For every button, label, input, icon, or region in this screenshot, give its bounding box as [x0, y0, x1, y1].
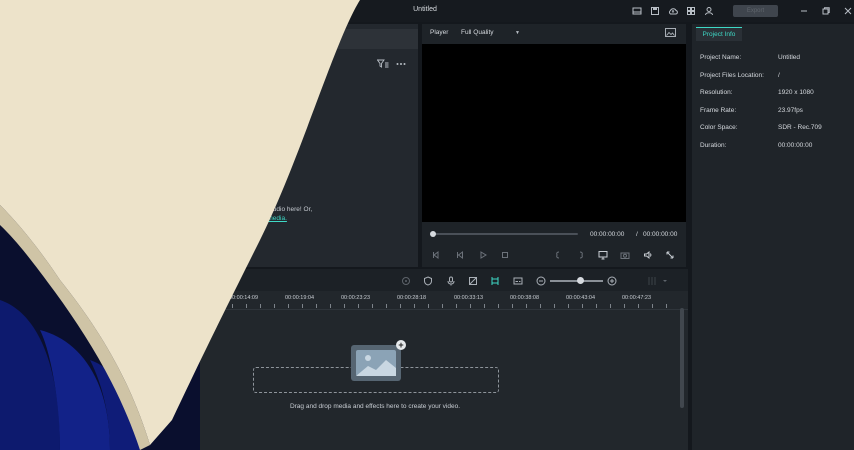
auto-color-icon[interactable] [468, 276, 478, 286]
layout-icon[interactable] [632, 6, 642, 16]
subtitle-icon[interactable] [513, 276, 523, 286]
scrubber-handle[interactable] [430, 231, 436, 237]
project-location-label: Project Files Location: [700, 72, 764, 79]
restore-icon[interactable] [821, 6, 831, 16]
mark-in-icon[interactable] [553, 250, 563, 260]
ruler-tick [400, 304, 401, 308]
save-icon[interactable] [650, 6, 660, 16]
tab-project-info[interactable]: Project Info [696, 27, 742, 41]
render-icon[interactable] [401, 276, 411, 286]
display-icon[interactable] [598, 250, 608, 260]
track-layout-icon[interactable] [647, 276, 657, 286]
ruler-tick [512, 304, 513, 308]
step-back-icon[interactable] [455, 250, 465, 260]
ruler-label: 00:00:28:18 [397, 295, 427, 301]
previous-frame-icon[interactable] [431, 250, 441, 260]
ruler-tick [428, 304, 429, 308]
ruler-tick [470, 304, 471, 308]
page-curl-overlay [0, 0, 360, 450]
ruler-label: 00:00:38:08 [510, 295, 540, 301]
volume-icon[interactable] [643, 250, 653, 260]
ruler-tick [554, 304, 555, 308]
add-icon: + [396, 340, 406, 350]
filter-icon[interactable] [377, 59, 389, 69]
zoom-out-icon[interactable] [536, 276, 546, 286]
video-preview [422, 44, 686, 222]
play-icon[interactable] [478, 250, 488, 260]
ruler-tick [442, 304, 443, 308]
more-options-icon[interactable] [396, 62, 406, 66]
zoom-in-icon[interactable] [607, 276, 617, 286]
ruler-tick [484, 304, 485, 308]
stop-icon[interactable] [500, 250, 510, 260]
player-label: Player [430, 29, 449, 36]
window-title: Untitled [413, 6, 437, 13]
shield-icon[interactable] [423, 276, 433, 286]
ruler-tick [638, 304, 639, 308]
minimize-icon[interactable] [799, 6, 809, 16]
ruler-tick [624, 304, 625, 308]
ruler-tick [372, 304, 373, 308]
microphone-icon[interactable] [446, 276, 456, 286]
color-space-value: SDR - Rec.709 [778, 124, 822, 131]
ruler-tick [540, 304, 541, 308]
frame-rate-label: Frame Rate: [700, 107, 737, 114]
duration-label: Duration: [700, 142, 727, 149]
color-space-label: Color Space: [700, 124, 738, 131]
export-button[interactable]: Export [733, 5, 778, 17]
snap-icon[interactable] [490, 276, 500, 286]
ruler-tick [498, 304, 499, 308]
caret-down-icon[interactable] [662, 276, 668, 286]
ruler-tick [652, 304, 653, 308]
ruler-tick [386, 304, 387, 308]
grid-icon[interactable] [686, 6, 696, 16]
account-icon[interactable] [704, 6, 714, 16]
playback-scrubber[interactable] [431, 233, 578, 235]
ruler-tick [666, 304, 667, 308]
frame-rate-value: 23.97fps [778, 107, 803, 114]
ruler-label: 00:00:33:13 [454, 295, 484, 301]
ruler-tick [568, 304, 569, 308]
ruler-tick [582, 304, 583, 308]
time-separator: / [636, 231, 638, 238]
ruler-tick [414, 304, 415, 308]
snapshot-icon[interactable] [665, 28, 676, 37]
close-icon[interactable] [843, 6, 853, 16]
resolution-label: Resolution: [700, 89, 733, 96]
current-time: 00:00:00:00 [590, 231, 625, 238]
total-time: 00:00:00:00 [643, 231, 678, 238]
duration-value: 00:00:00:00 [778, 142, 813, 149]
project-name-value: Untitled [778, 54, 801, 61]
mark-out-icon[interactable] [576, 250, 586, 260]
ruler-tick [610, 304, 611, 308]
image-icon [356, 350, 396, 376]
ruler-tick [456, 304, 457, 308]
ruler-label: 00:00:43:04 [566, 295, 596, 301]
quality-dropdown[interactable]: Full Quality [461, 29, 494, 36]
camera-icon[interactable] [620, 250, 630, 260]
project-location-value: / [778, 72, 780, 79]
resolution-value: 1920 x 1080 [778, 89, 814, 96]
ruler-tick [596, 304, 597, 308]
ruler-label: 00:00:47:23 [622, 295, 652, 301]
timeline-vertical-scrollbar[interactable] [680, 308, 684, 408]
zoom-slider-handle[interactable] [577, 277, 584, 284]
cloud-upload-icon[interactable] [668, 6, 678, 16]
project-name-label: Project Name: [700, 54, 742, 61]
fullscreen-icon[interactable] [665, 250, 675, 260]
chevron-down-icon[interactable]: ▼ [515, 30, 520, 36]
project-info-panel [692, 24, 854, 450]
ruler-tick [526, 304, 527, 308]
